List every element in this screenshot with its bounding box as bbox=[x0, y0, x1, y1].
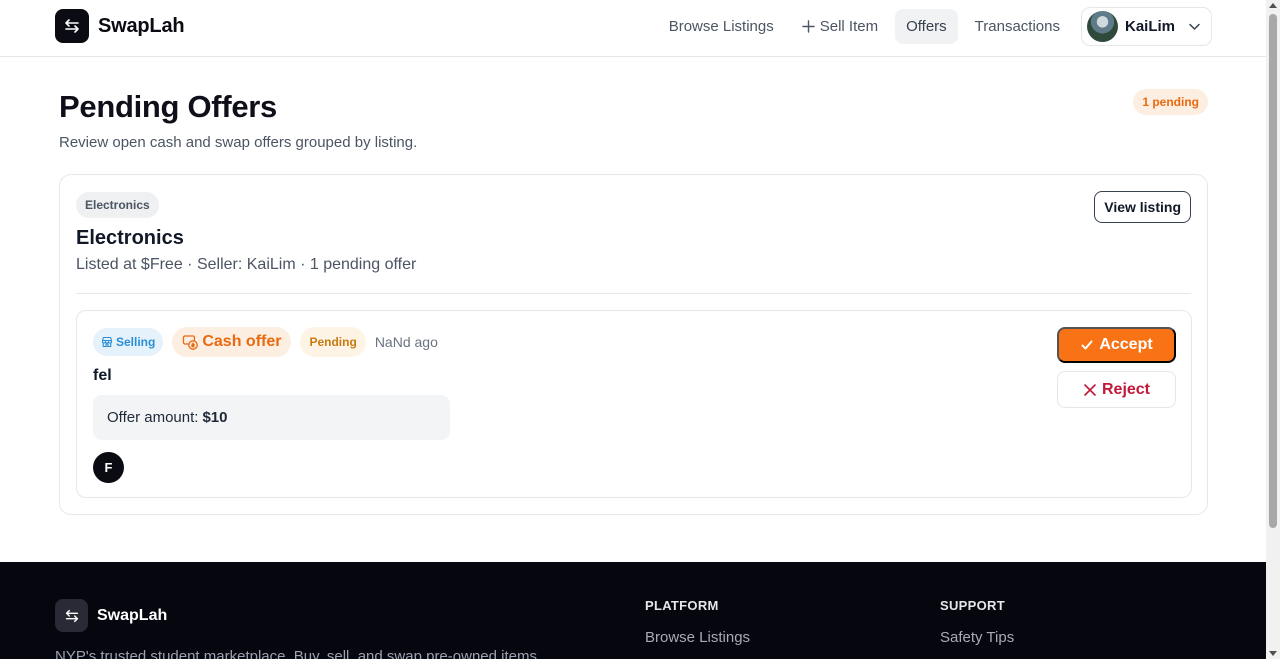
accept-button[interactable]: Accept bbox=[1057, 327, 1176, 363]
swap-arrows-icon bbox=[55, 9, 89, 43]
cash-offer-badge: Cash offer bbox=[172, 327, 292, 357]
nav-offers-label: Offers bbox=[906, 18, 947, 35]
swap-arrows-icon bbox=[55, 599, 88, 632]
reject-label: Reject bbox=[1101, 380, 1151, 398]
selling-badge-label: Selling bbox=[116, 335, 156, 349]
footer-link-safety-tips[interactable]: Safety Tips bbox=[940, 629, 1014, 646]
chevron-down-icon bbox=[1188, 20, 1201, 33]
scrollbar-thumb[interactable] bbox=[1269, 14, 1277, 528]
category-tag: Electronics bbox=[76, 192, 159, 218]
page-scrollbar[interactable] bbox=[1266, 0, 1280, 659]
footer: SwapLah NYP's trusted student marketplac… bbox=[0, 562, 1266, 659]
plus-icon bbox=[802, 20, 815, 33]
offerer-name: fel bbox=[93, 367, 112, 384]
footer-column-platform: PLATFORM Browse Listings bbox=[645, 598, 750, 646]
page-subtitle: Review open cash and swap offers grouped… bbox=[59, 134, 418, 151]
view-listing-button[interactable]: View listing bbox=[1094, 191, 1191, 223]
x-icon bbox=[1083, 383, 1097, 397]
nav-sell-item[interactable]: Sell Item bbox=[791, 9, 889, 44]
cash-offer-label: Cash offer bbox=[202, 333, 282, 350]
listing-meta: Listed at $Free · Seller: KaiLim · 1 pen… bbox=[76, 256, 417, 273]
offer-card: Selling Cash offer Pending NaNd ago fel … bbox=[76, 310, 1192, 498]
footer-link-browse-listings[interactable]: Browse Listings bbox=[645, 629, 750, 646]
selling-badge: Selling bbox=[93, 328, 164, 356]
offerer-avatar[interactable]: F bbox=[93, 452, 124, 483]
scroll-up-icon[interactable] bbox=[1269, 3, 1277, 8]
listing-title: Electronics bbox=[76, 227, 184, 249]
main-nav: Browse Listings Sell Item Offers Transac… bbox=[658, 7, 1212, 46]
top-navbar: SwapLah Browse Listings Sell Item Offers… bbox=[0, 0, 1266, 57]
cash-icon bbox=[182, 334, 199, 351]
footer-description: NYP's trusted student marketplace. Buy, … bbox=[55, 648, 542, 659]
accept-label: Accept bbox=[1099, 336, 1153, 353]
brand-logo[interactable]: SwapLah bbox=[55, 9, 185, 43]
user-name: KaiLim bbox=[1124, 18, 1175, 35]
nav-browse-listings[interactable]: Browse Listings bbox=[658, 9, 785, 44]
brand-name: SwapLah bbox=[98, 14, 185, 37]
offer-time: NaNd ago bbox=[374, 334, 438, 350]
footer-heading-platform: PLATFORM bbox=[645, 598, 719, 613]
store-icon bbox=[101, 336, 113, 348]
offer-amount-label: Offer amount: bbox=[107, 409, 199, 426]
offer-amount-box: Offer amount: $10 bbox=[93, 395, 450, 440]
check-icon bbox=[1080, 338, 1094, 352]
reject-button[interactable]: Reject bbox=[1057, 371, 1176, 408]
user-menu-button[interactable]: KaiLim bbox=[1080, 7, 1212, 46]
pending-count-badge: 1 pending bbox=[1133, 89, 1208, 115]
divider bbox=[76, 293, 1191, 294]
nav-transactions-label: Transactions bbox=[974, 18, 1060, 35]
footer-column-support: SUPPORT Safety Tips bbox=[940, 598, 1014, 646]
nav-browse-label: Browse Listings bbox=[668, 18, 774, 35]
footer-brand[interactable]: SwapLah bbox=[55, 599, 167, 632]
scroll-down-icon[interactable] bbox=[1269, 651, 1277, 656]
listing-card: Electronics Electronics Listed at $Free … bbox=[59, 174, 1208, 515]
avatar bbox=[1086, 11, 1118, 42]
page-title: Pending Offers bbox=[59, 89, 277, 124]
footer-brand-name: SwapLah bbox=[97, 606, 168, 624]
status-badge: Pending bbox=[300, 327, 366, 357]
nav-sell-label: Sell Item bbox=[819, 18, 879, 35]
footer-heading-support: SUPPORT bbox=[940, 598, 1005, 613]
offer-amount-value: $10 bbox=[202, 409, 228, 426]
offer-badges: Selling Cash offer Pending NaNd ago bbox=[93, 327, 438, 357]
nav-transactions[interactable]: Transactions bbox=[964, 9, 1071, 44]
nav-offers[interactable]: Offers bbox=[895, 9, 958, 44]
